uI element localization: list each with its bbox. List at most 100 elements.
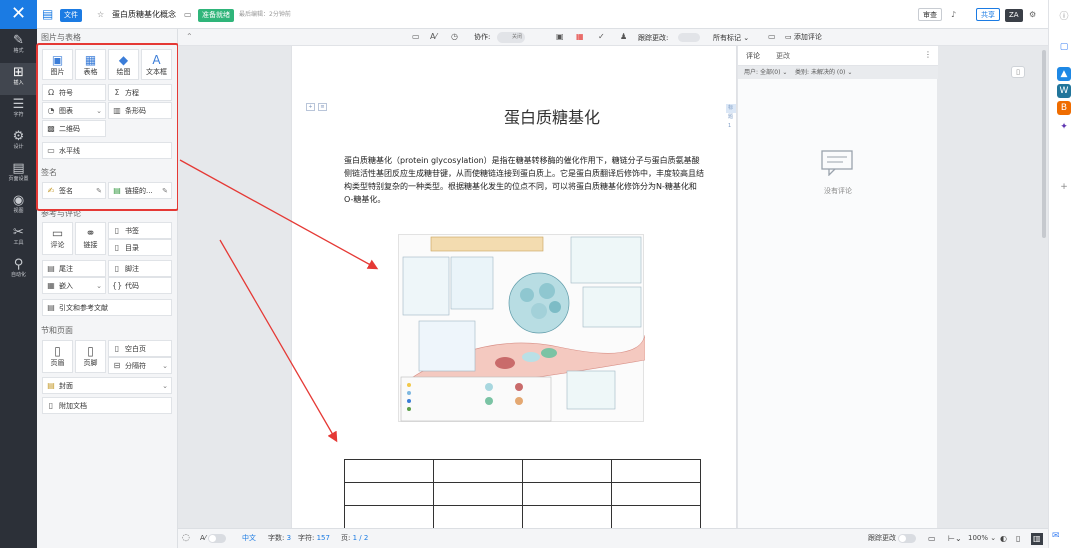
chevron-down-icon[interactable]: ⌄ [162, 358, 168, 373]
language-button[interactable]: 中文 [242, 529, 256, 548]
collapse-icon[interactable]: ⌃ [186, 32, 193, 41]
nav-insert[interactable]: ⊞ 插入 [0, 63, 37, 95]
add-comment-button[interactable]: ▭ 添加评论 [785, 32, 822, 42]
table-cell[interactable] [433, 482, 523, 506]
nav-format[interactable]: ✎ 格式 [0, 31, 37, 63]
spellcheck-switch[interactable] [208, 533, 227, 543]
separator-button[interactable]: ⊟ 分隔符 ⌄ [108, 357, 172, 374]
nav-page-setup[interactable]: ▤ 页面设置 [0, 159, 37, 191]
table-cell[interactable] [433, 459, 523, 483]
history-icon[interactable]: ◷ [451, 32, 458, 41]
review-dropdown[interactable]: 审查 [918, 0, 942, 29]
code-button[interactable]: {} 代码 [108, 277, 172, 294]
fit-height-icon[interactable]: ⊢⌄ [948, 529, 962, 548]
all-marks-dropdown[interactable]: 所有标记 ⌄ [713, 33, 749, 43]
table-cell[interactable] [611, 505, 701, 529]
table-cell[interactable] [522, 505, 612, 529]
track-switch[interactable] [898, 533, 917, 543]
avatar-initials: ZA [1005, 9, 1023, 22]
footer-button[interactable]: ▯ 页脚 [75, 340, 106, 373]
link-button[interactable]: ⚭ 链接 [75, 222, 106, 255]
layout-icon[interactable]: ▭ [412, 32, 420, 41]
chevron-down-icon[interactable]: ⌄ [162, 378, 168, 393]
doc-title[interactable]: 蛋白质糖基化概念 [112, 0, 176, 29]
blank-page-button[interactable]: ▯ 空白页 [108, 340, 172, 357]
table-cell[interactable] [344, 505, 434, 529]
scrollbar[interactable] [1042, 50, 1046, 238]
attach-doc-button[interactable]: ▯ 附加文档 [42, 397, 172, 414]
toc-button[interactable]: ▯ 目录 [108, 239, 172, 256]
header-button[interactable]: ▯ 页眉 [42, 340, 73, 373]
document-table[interactable] [344, 459, 701, 529]
two-page-icon[interactable]: ▥ [1031, 533, 1043, 545]
chevron-down-icon[interactable]: ⌄ [96, 278, 102, 293]
toc-label: 目录 [125, 244, 139, 252]
page-indicator[interactable]: 页: 1 / 2 [341, 529, 368, 548]
table-cell[interactable] [611, 482, 701, 506]
filter-status-dropdown[interactable]: 未解决的 (0) [811, 69, 845, 76]
folder-icon[interactable]: ▭ [184, 0, 192, 29]
gear-icon[interactable]: ⚙ [1029, 0, 1036, 29]
user-lock-icon[interactable]: ♟ [620, 32, 627, 41]
endnote-button[interactable]: ▤ 尾注 [42, 260, 106, 277]
table-cell[interactable] [522, 482, 612, 506]
zoom-dropdown[interactable]: 100% ⌄ [968, 529, 996, 548]
nav-view[interactable]: ◉ 视图 [0, 191, 37, 223]
app-logo-close-icon[interactable]: ✕ [0, 0, 37, 29]
tab-comments[interactable]: 评论 [746, 51, 760, 61]
star-icon[interactable]: ☆ [97, 0, 104, 29]
nav-tools[interactable]: ✂ 工具 [0, 223, 37, 255]
table-cell[interactable] [344, 459, 434, 483]
spellcheck-toggle[interactable]: A⁄ [200, 529, 227, 548]
accept-icon[interactable]: ✓ [598, 32, 605, 41]
filter-user-dropdown[interactable]: 全部(0) [760, 69, 781, 76]
add-icon[interactable]: + [1057, 180, 1071, 194]
comment-button[interactable]: ▭ 评论 [42, 222, 73, 255]
nav-automation[interactable]: ⚲ 自动化 [0, 255, 37, 287]
table-cell[interactable] [611, 459, 701, 483]
document-page[interactable]: + ≡ 蛋白质糖基化 标题1 蛋白质糖基化（protein glycosylat… [291, 46, 737, 529]
tab-icon[interactable]: ▢ [1057, 40, 1071, 54]
single-page-icon[interactable]: ▯ [1016, 529, 1020, 548]
info-icon[interactable]: ⓘ [1057, 10, 1071, 24]
table-cell[interactable] [433, 505, 523, 529]
spellcheck-icon[interactable]: A⁄ [430, 32, 437, 41]
sidebar-toggle-icon[interactable]: ▯ [1011, 66, 1025, 78]
citation-button[interactable]: ▤ 引文和参考文献 [42, 299, 172, 316]
cover-button[interactable]: ▤ 封面 ⌄ [42, 377, 172, 394]
more-menu-icon[interactable]: ⋮ [924, 50, 932, 59]
message-icon[interactable]: ✉ [1052, 531, 1060, 541]
comment-mode-icon[interactable]: ▣ [556, 32, 564, 41]
citation-icon: ▤ [47, 303, 55, 312]
puzzle-icon[interactable]: ✦ [1057, 120, 1071, 134]
bookmark-button[interactable]: ▯ 书签 [108, 222, 172, 239]
table-cell[interactable] [344, 482, 434, 506]
avatar[interactable]: ZA [1005, 0, 1023, 29]
nav-chars[interactable]: ☰ 字符 [0, 95, 37, 127]
image-mode-icon[interactable]: ▦ [576, 32, 584, 41]
footer-icon: ▯ [87, 344, 94, 358]
footnote-button[interactable]: ▯ 脚注 [108, 260, 172, 277]
fit-width-icon[interactable]: ▭ [928, 529, 936, 548]
nav-design[interactable]: ⚙ 设计 [0, 127, 37, 159]
embed-button[interactable]: ▦ 嵌入 ⌄ [42, 277, 106, 294]
share-button[interactable]: 共享 [976, 0, 1000, 29]
nav-view-label: 视图 [13, 208, 24, 214]
heading-style-tag[interactable]: 标题1 [726, 104, 736, 129]
chart-app-icon[interactable]: ▲ [1057, 67, 1071, 81]
document-paragraph[interactable]: 蛋白质糖基化（protein glycosylation）是指在糖基转移酶的催化… [344, 154, 704, 206]
track-changes-toggle[interactable] [678, 33, 700, 42]
file-menu-button[interactable]: 文件 [60, 0, 82, 29]
collab-toggle[interactable]: 关闭 [497, 32, 525, 43]
blogger-icon[interactable]: B [1057, 101, 1071, 115]
prev-change-icon[interactable]: ▭ [768, 32, 776, 41]
dark-mode-icon[interactable]: ◐ [1000, 529, 1007, 548]
tab-changes[interactable]: 更改 [776, 51, 790, 61]
table-cell[interactable] [522, 459, 612, 483]
chat-icon[interactable]: ◌ [182, 529, 190, 548]
bell-icon[interactable]: ♪ [951, 0, 956, 29]
glycosylation-figure-image[interactable] [398, 234, 646, 422]
wordpress-icon[interactable]: W [1057, 84, 1071, 98]
comments-tabs [738, 46, 938, 66]
track-changes-status[interactable]: 跟踪更改 [868, 529, 917, 548]
